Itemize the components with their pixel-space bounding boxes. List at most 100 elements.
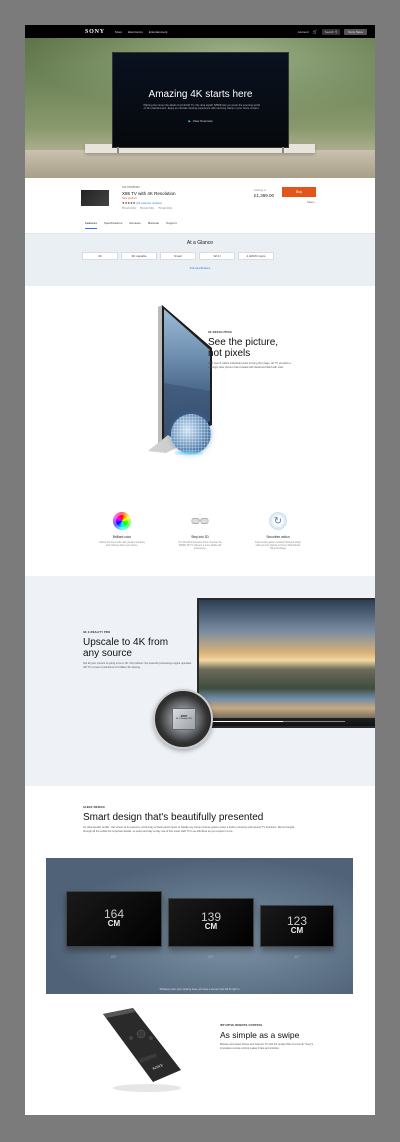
feature-brilliant-color: Brilliant color Colors are true-to-life … bbox=[98, 512, 146, 576]
price-block: Starting at £1,399.00 bbox=[254, 189, 274, 198]
feature-desc: Fast-moving action remains fluid and sha… bbox=[255, 541, 301, 551]
page: SONY Store Electronics Entertainment Acc… bbox=[25, 25, 375, 1115]
feature-3d: Step into 3D For 3D with immersive home … bbox=[176, 512, 224, 576]
remote-eyebrow: INTUITIVE REMOTE CONTROL bbox=[220, 1024, 263, 1027]
tv-foot-left bbox=[117, 147, 119, 153]
upscale-text: 4K X-REALITY PRO Upscale to 4K from any … bbox=[83, 631, 193, 669]
resolution-text: 4K RESOLUTION See the picture, not pixel… bbox=[208, 331, 298, 369]
resolution-body: With over 8 million individual pixels fo… bbox=[208, 362, 291, 369]
search-label: Search bbox=[324, 29, 335, 34]
size-unit: CM bbox=[290, 926, 304, 935]
size-option[interactable]: 75 inch (KD-) bbox=[158, 207, 172, 210]
chip-label: 4K X-Reality PRO bbox=[175, 718, 192, 720]
share-label: Share bbox=[307, 201, 314, 204]
tab-manuals[interactable]: Manuals bbox=[148, 221, 159, 229]
sony-store-button[interactable]: Sony Store bbox=[344, 28, 367, 35]
3d-glasses-icon bbox=[191, 512, 209, 530]
size-options: 55 inch (KD-) 65 inch (KD-) 75 inch (KD-… bbox=[122, 207, 175, 210]
landscape-tv-image bbox=[197, 598, 375, 728]
search-button[interactable]: Search ⚲ bbox=[321, 28, 341, 35]
cart-icon[interactable]: 🛒 bbox=[313, 29, 318, 34]
price-value: £1,399.00 bbox=[254, 193, 275, 198]
feature-title: Smoother action bbox=[266, 535, 290, 539]
nav-link-store[interactable]: Store bbox=[115, 30, 122, 34]
tv-size-139: 139 CM 55" bbox=[168, 898, 254, 959]
price-label: Starting at bbox=[254, 189, 266, 192]
sizes-caption: Whatever size your viewing area, we have… bbox=[159, 988, 240, 991]
size-option[interactable]: 55 inch (KD-) bbox=[122, 207, 136, 210]
resolution-eyebrow: 4K RESOLUTION bbox=[208, 331, 232, 334]
product-model: KD-55X850D bbox=[122, 185, 140, 189]
tab-specifications[interactable]: Specifications bbox=[104, 221, 123, 229]
sleek-design-section: SLEEK DESIGN Smart design that's beautif… bbox=[25, 786, 375, 999]
remote-section: SONY INTUITIVE REMOTE CONTROL As simple … bbox=[25, 996, 375, 1115]
rating-stars: ★★★★★ bbox=[122, 201, 136, 205]
glance-chips: 4K 3D capable Smart Wi-Fi 4 HDMI inputs bbox=[82, 252, 274, 260]
tv-glow bbox=[175, 451, 203, 455]
tab-support[interactable]: Support bbox=[166, 221, 177, 229]
size-option[interactable]: 65 inch (KD-) bbox=[140, 207, 154, 210]
play-icon: ▶ bbox=[188, 119, 191, 123]
feature-smoother-action: ↻ Smoother action Fast-moving action rem… bbox=[254, 512, 302, 576]
chevron-right-icon: › bbox=[314, 201, 316, 204]
processor-chip: SONY 4K X-Reality PRO bbox=[172, 708, 196, 730]
size-unit: CM bbox=[107, 919, 121, 928]
glance-chip: Smart bbox=[160, 252, 196, 260]
hero-description: Offering four times the detail of a Full… bbox=[143, 104, 260, 111]
glance-chip: Wi-Fi bbox=[199, 252, 235, 260]
hero-tv: Amazing 4K starts here Offering four tim… bbox=[112, 52, 289, 153]
product-name: X85 TV with 4K Resolution bbox=[122, 191, 176, 196]
tab-reviews[interactable]: Reviews bbox=[129, 221, 140, 229]
color-wheel-icon bbox=[113, 512, 131, 530]
hero-video-link[interactable]: ▶ View Overview bbox=[113, 119, 288, 123]
upscale-title-line1: Upscale to 4K from bbox=[83, 637, 169, 648]
size-inches: 55" bbox=[208, 954, 214, 959]
hero-video-label: View Overview bbox=[192, 119, 213, 123]
sony-logo[interactable]: SONY bbox=[85, 29, 105, 35]
remote-control-image: SONY bbox=[103, 1008, 181, 1092]
glance-chip: 4K bbox=[82, 252, 118, 260]
reviews-link[interactable]: (25 customer reviews) bbox=[136, 202, 162, 205]
upscale-section: 4K X-REALITY PRO Upscale to 4K from any … bbox=[25, 576, 375, 786]
tv-foot-right bbox=[282, 147, 284, 153]
account-link[interactable]: Account bbox=[298, 30, 309, 34]
tv-sizes-carousel[interactable]: 164 CM 65" 139 CM 55" 123 CM 49" Whateve… bbox=[46, 858, 353, 994]
size-unit: CM bbox=[204, 922, 218, 931]
tv-sizes: 164 CM 65" 139 CM 55" 123 CM 49" bbox=[46, 858, 353, 994]
share-link[interactable]: Share › bbox=[307, 201, 316, 204]
nav-right: Account 🛒 Search ⚲ Sony Store bbox=[298, 28, 367, 35]
sleek-text: SLEEK DESIGN Smart design that's beautif… bbox=[83, 806, 323, 833]
top-nav: SONY Store Electronics Entertainment Acc… bbox=[25, 25, 375, 38]
product-tabs: Features Specifications Reviews Manuals … bbox=[85, 221, 177, 229]
hero-floor bbox=[25, 150, 375, 178]
resolution-section: 4K RESOLUTION See the picture, not pixel… bbox=[25, 286, 375, 486]
new-product-tag: New product bbox=[122, 197, 137, 200]
search-icon: ⚲ bbox=[334, 29, 338, 34]
product-info: KD-55X850D X85 TV with 4K Resolution New… bbox=[122, 185, 175, 210]
glance-chip: 4 HDMI inputs bbox=[238, 252, 274, 260]
processor-chip-circle: SONY 4K X-Reality PRO bbox=[153, 689, 213, 749]
glance-title: At a Glance bbox=[186, 240, 214, 246]
feature-title: Step into 3D bbox=[191, 535, 209, 539]
feature-desc: For 3D with immersive home cinema, the X… bbox=[178, 541, 222, 551]
sleek-eyebrow: SLEEK DESIGN bbox=[83, 806, 105, 809]
sleek-title: Smart design that's beautifully presente… bbox=[83, 812, 264, 823]
upscale-body: Not all your content is going to be in 4… bbox=[83, 662, 192, 669]
nav-link-entertainment[interactable]: Entertainment bbox=[149, 30, 168, 34]
nav-link-electronics[interactable]: Electronics bbox=[128, 30, 143, 34]
resolution-title-line1: See the picture, bbox=[208, 337, 279, 348]
resolution-title: See the picture, not pixels bbox=[208, 337, 298, 359]
video-progress-bar[interactable] bbox=[207, 721, 345, 722]
buy-button[interactable]: Buy bbox=[282, 187, 316, 197]
full-specs-link[interactable]: Full specifications bbox=[25, 267, 375, 270]
product-rating: ★★★★★ (25 customer reviews) bbox=[122, 201, 175, 205]
tv-size-123: 123 CM 49" bbox=[260, 905, 334, 959]
feature-title: Brilliant color bbox=[112, 535, 132, 539]
remote-body: Browse and select shows and Internet TV … bbox=[220, 1043, 314, 1050]
remote-text: INTUITIVE REMOTE CONTROL As simple as a … bbox=[220, 1024, 320, 1050]
resolution-title-line2: not pixels bbox=[208, 348, 251, 359]
hero-title: Amazing 4K starts here bbox=[148, 89, 253, 100]
refresh-icon: ↻ bbox=[269, 512, 287, 530]
tab-features[interactable]: Features bbox=[85, 221, 97, 229]
nav-links: Store Electronics Entertainment bbox=[115, 30, 168, 34]
